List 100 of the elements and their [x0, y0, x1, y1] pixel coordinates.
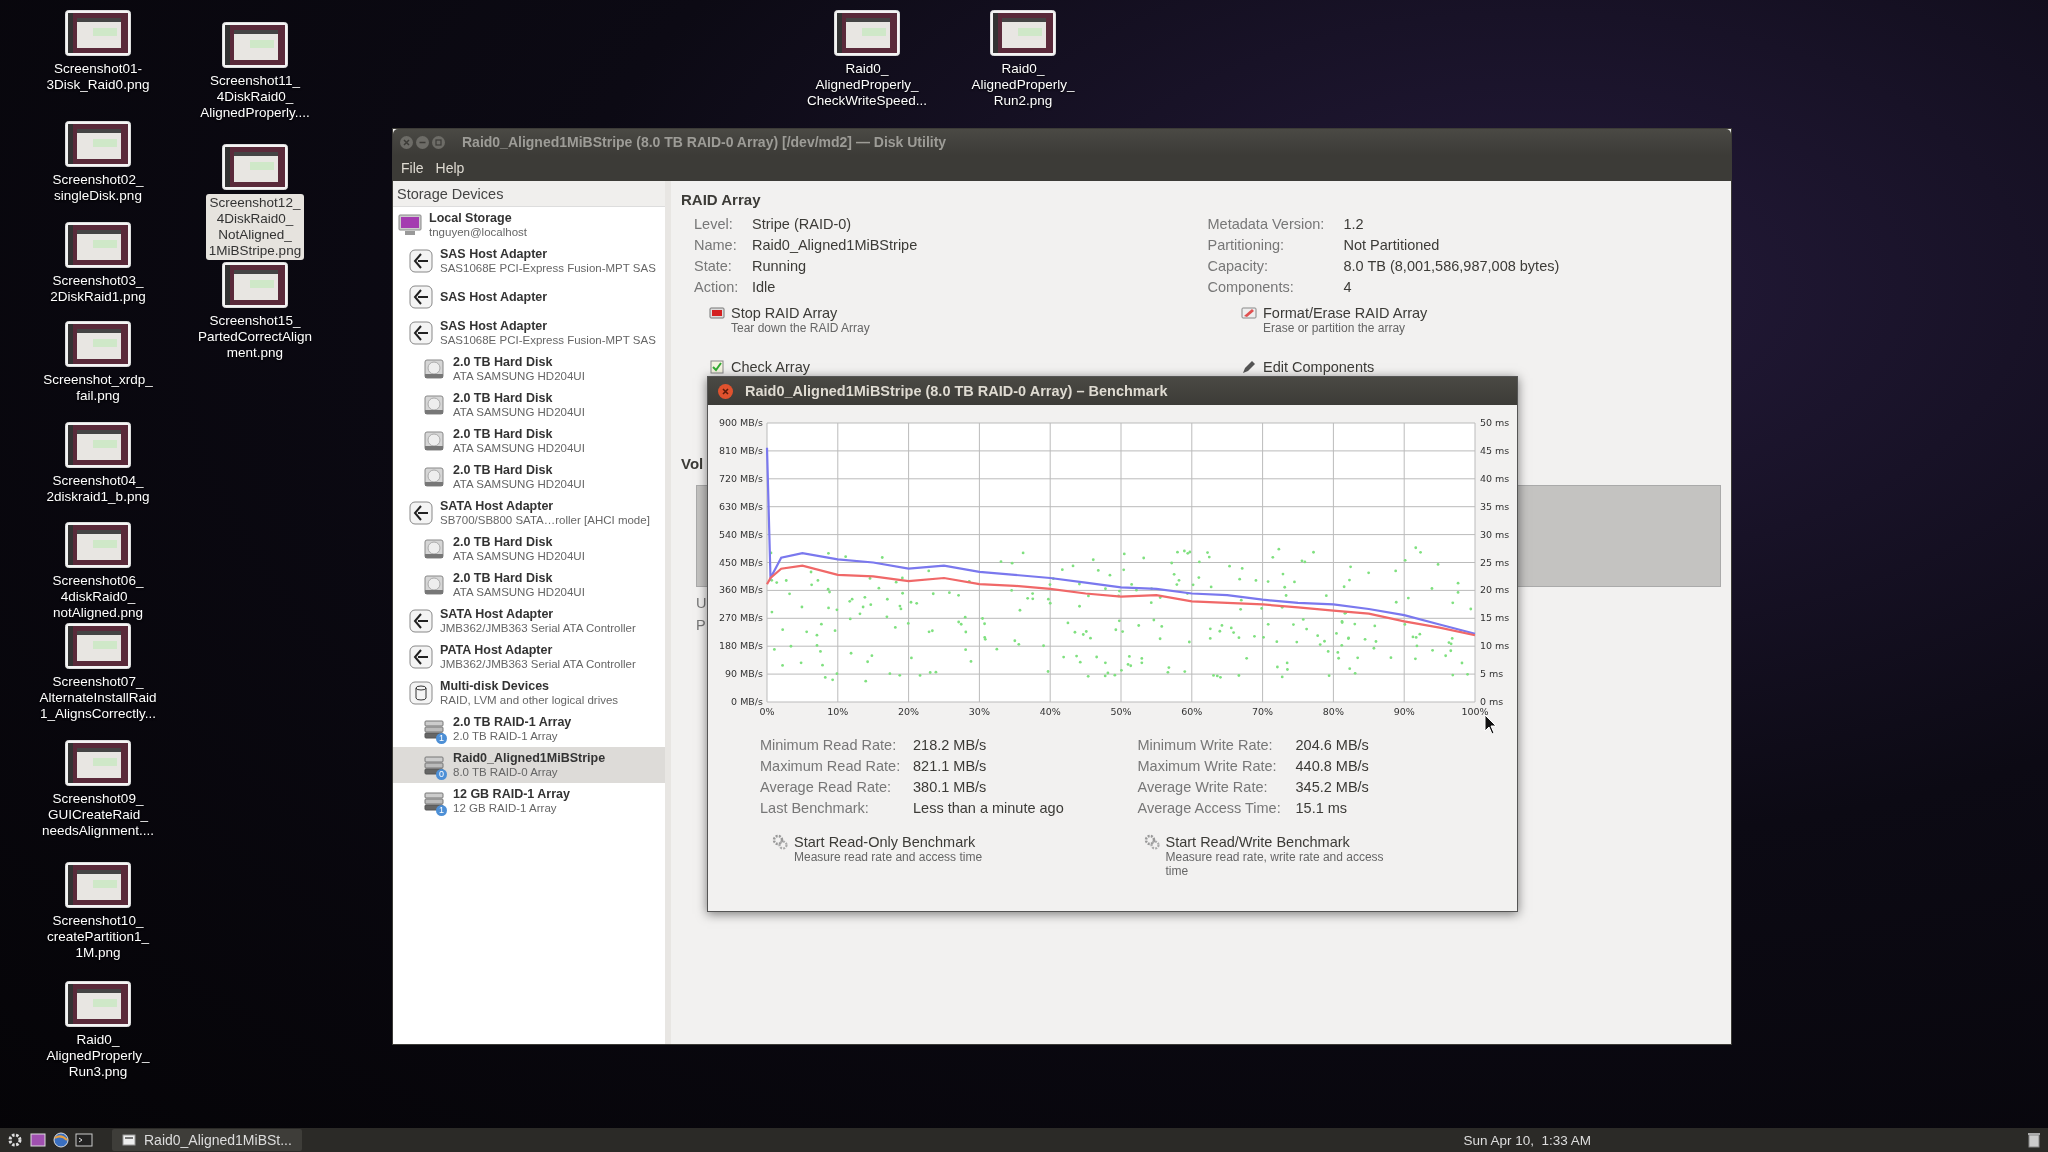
device-list-item[interactable]: 2.0 TB Hard Disk ATA SAMSUNG HD204UI	[393, 531, 665, 567]
file-name-label[interactable]: Screenshot10_ createPartition1_ 1M.png	[43, 912, 153, 962]
field-value: Idle	[752, 279, 777, 295]
device-name: 2.0 TB RAID-1 Array	[453, 715, 572, 729]
close-icon[interactable]	[718, 383, 733, 399]
field-label: Partitioning:	[1207, 237, 1286, 253]
file-name-label[interactable]: Raid0_ AlignedProperly_ Run2.png	[968, 60, 1078, 110]
device-name: 2.0 TB Hard Disk	[453, 391, 554, 405]
stat-label: Average Access Time:	[1137, 800, 1282, 816]
device-name: SAS Host Adapter	[440, 290, 548, 304]
monitor-icon	[398, 214, 422, 236]
image-thumbnail-icon[interactable]	[65, 222, 131, 268]
image-thumbnail-icon[interactable]	[222, 144, 288, 190]
file-name-label[interactable]: Screenshot02_ singleDisk.png	[49, 171, 147, 205]
action-link[interactable]: Stop RAID Array Tear down the RAID Array	[709, 305, 1241, 335]
file-name-label[interactable]: Screenshot15_ PartedCorrectAlign ment.png	[194, 312, 316, 362]
file-name-label[interactable]: Raid0_ AlignedProperly_ CheckWriteSpeed...	[804, 60, 930, 110]
gear-icon[interactable]	[6, 1131, 24, 1149]
action-link[interactable]: Format/Erase RAID Array Erase or partition the array	[1241, 305, 1721, 335]
device-list-item[interactable]: Multi-disk Devices RAID, LVM and other logical drives	[393, 675, 665, 711]
device-description: ATA SAMSUNG HD204UI	[453, 369, 585, 383]
adapter-icon	[409, 645, 433, 669]
gears-icon	[772, 834, 788, 850]
axis-label: 20%	[898, 706, 920, 717]
device-list-item[interactable]: 0 Raid0_Aligned1MiBStripe 8.0 TB RAID-0 Array	[393, 747, 665, 783]
device-list-item[interactable]: 2.0 TB Hard Disk ATA SAMSUNG HD204UI	[393, 351, 665, 387]
window-icon[interactable]	[29, 1131, 47, 1149]
device-list-item[interactable]: 2.0 TB Hard Disk ATA SAMSUNG HD204UI	[393, 459, 665, 495]
device-name: 2.0 TB Hard Disk	[453, 571, 554, 585]
file-name-label[interactable]: Screenshot03_ 2DiskRaid1.png	[47, 272, 149, 306]
stat-label: Minimum Read Rate:	[760, 737, 898, 753]
image-thumbnail-icon[interactable]	[65, 862, 131, 908]
device-description: SAS1068E PCI-Express Fusion-MPT SAS	[440, 333, 656, 347]
globe-icon[interactable]	[52, 1131, 70, 1149]
device-name: 12 GB RAID-1 Array	[453, 787, 570, 801]
trash-icon[interactable]	[2026, 1132, 2042, 1148]
image-thumbnail-icon[interactable]	[65, 740, 131, 786]
adapter-icon	[409, 285, 433, 309]
device-list-item[interactable]: SAS Host Adapter SAS1068E PCI-Express Fusion-MPT SAS	[393, 315, 665, 351]
image-thumbnail-icon[interactable]	[65, 121, 131, 167]
image-thumbnail-icon[interactable]	[990, 10, 1056, 56]
device-list-item[interactable]: 2.0 TB Hard Disk ATA SAMSUNG HD204UI	[393, 387, 665, 423]
device-list-item[interactable]: PATA Host Adapter JMB362/JMB363 Serial ATA Controller	[393, 639, 665, 675]
device-list-item[interactable]: Local Storage tnguyen@localhost	[393, 207, 665, 243]
image-thumbnail-icon[interactable]	[834, 10, 900, 56]
file-name-label[interactable]: Screenshot11_ 4DiskRaid0_ AlignedProperly....	[197, 72, 313, 122]
count-badge: 0	[436, 769, 447, 780]
device-description: 12 GB RAID-1 Array	[453, 801, 558, 815]
file-name-label[interactable]: Screenshot06_ 4diskRaid0_ notAligned.png	[49, 572, 147, 622]
action-link[interactable]: Edit Components	[1241, 359, 1721, 375]
device-list-item[interactable]: 2.0 TB Hard Disk ATA SAMSUNG HD204UI	[393, 423, 665, 459]
gears-icon	[1143, 834, 1160, 850]
file-name-label[interactable]: Screenshot04_ 2diskraid1_b.png	[43, 472, 153, 506]
axis-label: 720 MB/s	[718, 472, 763, 484]
stat-value: 218.2 MB/s	[913, 737, 988, 753]
terminal-icon[interactable]	[75, 1131, 93, 1149]
file-name-label[interactable]: Screenshot07_ AlternateInstallRaid 1_AlignsCorrectly...	[36, 673, 160, 723]
disk-stack-icon	[423, 718, 445, 740]
axis-label: 40 ms	[1480, 472, 1510, 484]
device-list-item[interactable]: SATA Host Adapter SB700/SB800 SATA…roller [AHCI mode]	[393, 495, 665, 531]
device-list-item[interactable]: 1 12 GB RAID-1 Array 12 GB RAID-1 Array	[393, 783, 665, 819]
storage-icon	[409, 681, 433, 705]
device-description: tnguyen@localhost	[429, 225, 527, 239]
field-value: Raid0_Aligned1MiBStripe	[752, 237, 919, 253]
field-label: Level:	[694, 216, 734, 232]
action-link[interactable]: Check Array	[709, 359, 1241, 375]
device-description: JMB362/JMB363 Serial ATA Controller	[440, 657, 636, 671]
axis-label: 270 MB/s	[718, 612, 763, 624]
device-list-item[interactable]: 2.0 TB Hard Disk ATA SAMSUNG HD204UI	[393, 567, 665, 603]
image-thumbnail-icon[interactable]	[65, 623, 131, 669]
taskbar-button[interactable]: Raid0_Aligned1MiBSt...	[112, 1129, 302, 1151]
device-name: 2.0 TB Hard Disk	[453, 427, 554, 441]
menu-item[interactable]: Help	[435, 160, 465, 176]
device-list-item[interactable]: SATA Host Adapter JMB362/JMB363 Serial ATA Controller	[393, 603, 665, 639]
image-thumbnail-icon[interactable]	[222, 262, 288, 308]
stat-label: Minimum Write Rate:	[1137, 737, 1274, 753]
image-thumbnail-icon[interactable]	[65, 422, 131, 468]
menu-item[interactable]: File	[401, 160, 424, 176]
axis-label: 0 MB/s	[731, 696, 763, 707]
device-list-item[interactable]: 1 2.0 TB RAID-1 Array 2.0 TB RAID-1 Array	[393, 711, 665, 747]
image-thumbnail-icon[interactable]	[65, 10, 131, 56]
file-name-label[interactable]: Screenshot09_ GUICreateRaid_ needsAlignment....	[39, 790, 157, 840]
image-thumbnail-icon[interactable]	[65, 981, 131, 1027]
benchmark-button[interactable]: Start Read-Only Benchmark Measure read rate and access time	[772, 834, 1144, 878]
file-name-label[interactable]: Screenshot12_ 4DiskRaid0_ NotAligned_ 1MiBStripe.png	[205, 194, 305, 260]
file-name-label[interactable]: Screenshot_xrdp_ fail.png	[40, 371, 156, 405]
device-list-item[interactable]: SAS Host Adapter	[393, 279, 665, 315]
field-value: Running	[752, 258, 807, 274]
stat-value: 440.8 MB/s	[1295, 758, 1370, 774]
device-list-item[interactable]: SAS Host Adapter SAS1068E PCI-Express Fusion-MPT SAS	[393, 243, 665, 279]
image-thumbnail-icon[interactable]	[222, 22, 288, 68]
file-name-label[interactable]: Screenshot01- 3Disk_Raid0.png	[43, 60, 153, 94]
image-thumbnail-icon[interactable]	[65, 321, 131, 367]
field-label: Action:	[694, 279, 740, 295]
image-thumbnail-icon[interactable]	[65, 522, 131, 568]
device-description: 2.0 TB RAID-1 Array	[453, 729, 559, 743]
stat-value: 15.1 ms	[1295, 800, 1349, 816]
file-name-label[interactable]: Raid0_ AlignedProperly_ Run3.png	[43, 1031, 153, 1081]
benchmark-button[interactable]: Start Read/Write Benchmark Measure read rate, write rate and access time	[1143, 834, 1515, 878]
axis-label: 20 ms	[1480, 584, 1510, 596]
